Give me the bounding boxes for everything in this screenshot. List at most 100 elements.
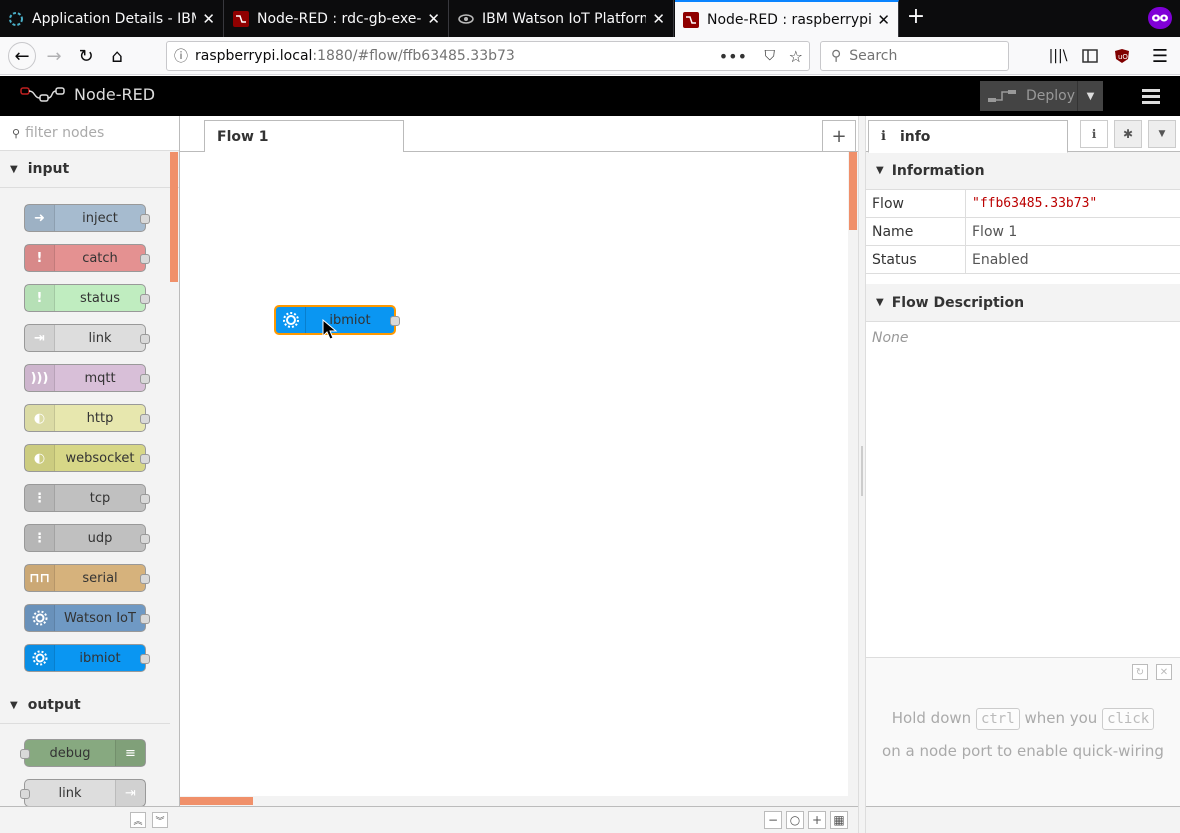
workspace-tabs: Flow 1 + (180, 116, 858, 153)
close-tab-icon[interactable]: ✕ (652, 10, 665, 28)
sidebar-splitter[interactable] (858, 116, 866, 833)
sidebar: ℹ info ℹ ✱ ▼ ▼ Information Flow "ffb63485… (866, 116, 1180, 833)
svg-text:uO: uO (1118, 53, 1128, 61)
new-tab-button[interactable]: + (904, 6, 928, 30)
search-bar[interactable]: ⚲ Search (820, 41, 1009, 71)
browser-tab-application-details[interactable]: Application Details - IBM ✕ (0, 0, 224, 37)
palette-node-status[interactable]: ! status (24, 284, 150, 312)
sidebar-toggle-icon[interactable] (1078, 44, 1102, 68)
palette-node-label: link (88, 330, 112, 346)
output-port[interactable] (390, 316, 400, 326)
palette-node-inject[interactable]: ➜ inject (24, 204, 150, 232)
palette-scrollbar[interactable] (170, 152, 178, 282)
ublock-icon[interactable]: uO (1110, 44, 1134, 68)
close-tab-icon[interactable]: ✕ (202, 10, 215, 28)
browser-tab-bar: Application Details - IBM ✕ Node-RED : r… (0, 0, 1180, 37)
palette-node-label: inject (82, 210, 118, 226)
workspace-footer: − ○ + ▦ (180, 806, 858, 833)
palette-node-websocket[interactable]: ◐ websocket (24, 444, 150, 472)
reload-button[interactable]: ↻ (74, 44, 98, 68)
page-actions-icon[interactable]: ••• (719, 47, 747, 66)
palette-node-label: mqtt (84, 370, 116, 386)
home-icon[interactable]: ⌂ (105, 44, 129, 68)
sidebar-dropdown-button[interactable]: ▼ (1148, 120, 1176, 148)
close-tab-icon[interactable]: ✕ (877, 11, 890, 29)
info-value: Flow 1 (972, 223, 1018, 240)
sidebar-tabs: ℹ info ℹ ✱ ▼ (866, 116, 1180, 153)
tip-key: click (1102, 708, 1155, 730)
main-menu-button[interactable] (1136, 85, 1166, 107)
node-red-logo: Node-RED (20, 84, 155, 104)
mouse-cursor-icon (322, 319, 338, 340)
palette-node-watson-iot[interactable]: Watson IoT (24, 604, 150, 632)
deploy-dropdown-icon[interactable]: ▼ (1077, 81, 1103, 111)
palette-node-udp[interactable]: ⋮ udp (24, 524, 150, 552)
site-info-icon[interactable]: ⓘ (167, 46, 195, 66)
output-port (140, 454, 150, 464)
serial-icon: ⊓⊓ (25, 565, 55, 591)
collapse-all-button[interactable]: ︽ (130, 812, 146, 828)
tab-info[interactable]: ℹ info (868, 120, 1068, 153)
bookmark-star-icon[interactable]: ☆ (789, 47, 803, 66)
output-port (140, 574, 150, 584)
back-button[interactable]: ← (8, 42, 36, 70)
browser-tab-watson-iot[interactable]: IBM Watson IoT Platform ✕ (450, 0, 674, 37)
palette-node-mqtt[interactable]: ))) mqtt (24, 364, 150, 392)
palette-node-catch[interactable]: ! catch (24, 244, 150, 272)
tab-title: IBM Watson IoT Platform (482, 10, 647, 27)
gear-icon (25, 645, 55, 671)
palette-node-serial[interactable]: ⊓⊓ serial (24, 564, 150, 592)
palette-node-label: http (86, 410, 114, 426)
scroll-thumb[interactable] (180, 797, 253, 805)
palette-category-output[interactable]: ▼ output (0, 687, 170, 724)
input-port (20, 789, 30, 799)
close-tip-icon[interactable]: ✕ (1156, 664, 1172, 680)
palette-node-http[interactable]: ◐ http (24, 404, 150, 432)
palette-filter[interactable]: ⚲ filter nodes (0, 116, 179, 151)
canvas-horizontal-scrollbar[interactable] (180, 796, 848, 806)
deploy-button[interactable]: Deploy ▼ (980, 81, 1103, 111)
search-icon: ⚲ (831, 48, 842, 64)
pocket-icon[interactable]: ⛉ (765, 48, 776, 64)
expand-all-button[interactable]: ︾ (152, 812, 168, 828)
zoom-out-button[interactable]: − (764, 811, 782, 829)
information-section[interactable]: ▼ Information (866, 152, 1180, 190)
output-port (140, 414, 150, 424)
debug-bug-icon[interactable]: ✱ (1114, 120, 1142, 148)
navigator-button[interactable]: ▦ (830, 811, 848, 829)
add-flow-button[interactable]: + (822, 120, 856, 152)
browser-tab-node-red-rdc[interactable]: Node-RED : rdc-gb-exe-n ✕ (225, 0, 449, 37)
palette-node-link-out[interactable]: link ⇥ (20, 779, 146, 807)
library-icon[interactable]: |||\ (1046, 44, 1070, 68)
url-bar[interactable]: ⓘ raspberrypi.local:1880/#flow/ffb63485.… (166, 41, 810, 71)
deploy-label: Deploy (1026, 88, 1076, 104)
node-red-icon (683, 11, 699, 28)
palette-node-debug-out[interactable]: debug ≡ (20, 739, 146, 767)
chevron-down-icon: ▼ (876, 165, 884, 176)
info-row-name: Name Flow 1 (866, 218, 1180, 246)
tab-flow-1[interactable]: Flow 1 (204, 120, 404, 153)
info-key: Status (866, 246, 966, 273)
browser-menu-icon[interactable]: ☰ (1148, 44, 1172, 68)
palette-node-link[interactable]: ⇥ link (24, 324, 150, 352)
udp-icon: ⋮ (25, 525, 55, 551)
palette-node-ibmiot[interactable]: ibmiot (24, 644, 150, 672)
output-port (140, 214, 150, 224)
browser-tab-node-red-raspberrypi[interactable]: Node-RED : raspberrypi. ✕ (675, 0, 899, 37)
flow-description-section[interactable]: ▼ Flow Description (866, 284, 1180, 322)
zoom-reset-button[interactable]: ○ (786, 811, 804, 829)
palette-category-input[interactable]: ▼ input (0, 151, 179, 188)
info-tab-button[interactable]: ℹ (1080, 120, 1108, 148)
refresh-tip-icon[interactable]: ↻ (1132, 664, 1148, 680)
section-title: Information (891, 162, 985, 179)
mqtt-icon: ))) (25, 365, 55, 391)
forward-button[interactable]: → (42, 44, 66, 68)
palette-node-tcp[interactable]: ⋮ tcp (24, 484, 150, 512)
flow-canvas[interactable]: ibmiot (180, 152, 848, 806)
scroll-thumb[interactable] (849, 152, 857, 230)
canvas-vertical-scrollbar[interactable] (848, 152, 858, 806)
tip-part: when you (1024, 709, 1098, 727)
zoom-in-button[interactable]: + (808, 811, 826, 829)
link-icon: ⇥ (25, 325, 55, 351)
close-tab-icon[interactable]: ✕ (427, 10, 440, 28)
